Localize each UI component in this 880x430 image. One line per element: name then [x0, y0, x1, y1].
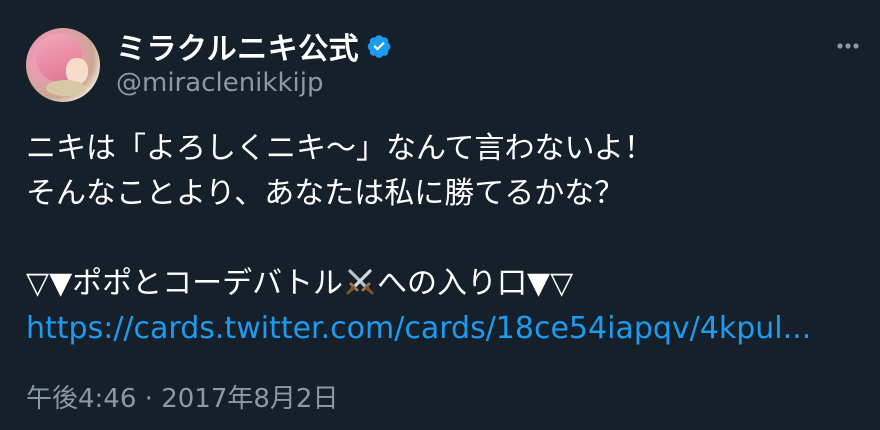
tweet-time[interactable]: 午後4:46 — [26, 384, 136, 414]
tweet-line-2: そんなことより、あなたは私に勝てるかな？ — [26, 176, 625, 211]
verified-badge-icon — [366, 33, 392, 59]
display-name[interactable]: ミラクルニキ公式 — [116, 24, 359, 68]
tweet-line-1: ニキは「よろしくニキ〜」なんて言わないよ！ — [26, 131, 654, 166]
tweet-link[interactable]: https://cards.twitter.com/cards/18ce54ia… — [26, 306, 856, 351]
avatar-decoration — [46, 80, 86, 96]
tweet-line-4-text-after: への入り口▼▽ — [377, 266, 574, 301]
tweet-line-4-text-before: ▽▼ポポとコーデバトル — [26, 266, 344, 301]
tweet-line-4: ▽▼ポポとコーデバトル への入り口▼▽ — [26, 261, 856, 306]
tweet-card: ミラクルニキ公式 @miraclenikkijp ニキは「よろしくニキ〜」なんて… — [0, 0, 880, 430]
avatar[interactable] — [26, 28, 100, 102]
more-options-icon[interactable] — [834, 36, 862, 56]
tweet-text: ニキは「よろしくニキ〜」なんて言わないよ！ そんなことより、あなたは私に勝てるか… — [26, 126, 856, 351]
timestamp-separator: · — [144, 384, 153, 414]
tweet-timestamp: 午後4:46 · 2017年8月2日 — [26, 378, 338, 415]
tweet-date[interactable]: 2017年8月2日 — [161, 384, 338, 414]
user-name-row: ミラクルニキ公式 — [116, 24, 392, 68]
user-handle[interactable]: @miraclenikkijp — [116, 68, 323, 98]
crossed-swords-icon — [344, 265, 376, 297]
